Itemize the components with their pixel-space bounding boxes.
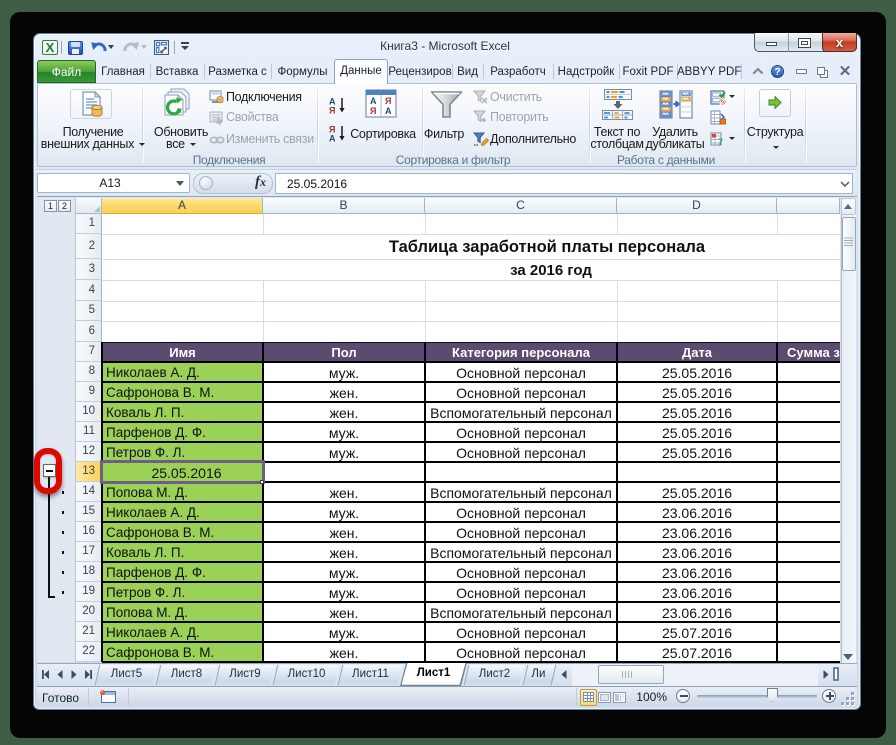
svg-text:А: А <box>370 96 377 106</box>
svg-text:А: А <box>385 106 392 116</box>
svg-text:Я: Я <box>329 106 335 115</box>
svg-text:Я: Я <box>370 106 376 116</box>
svg-text:Я: Я <box>385 96 391 106</box>
